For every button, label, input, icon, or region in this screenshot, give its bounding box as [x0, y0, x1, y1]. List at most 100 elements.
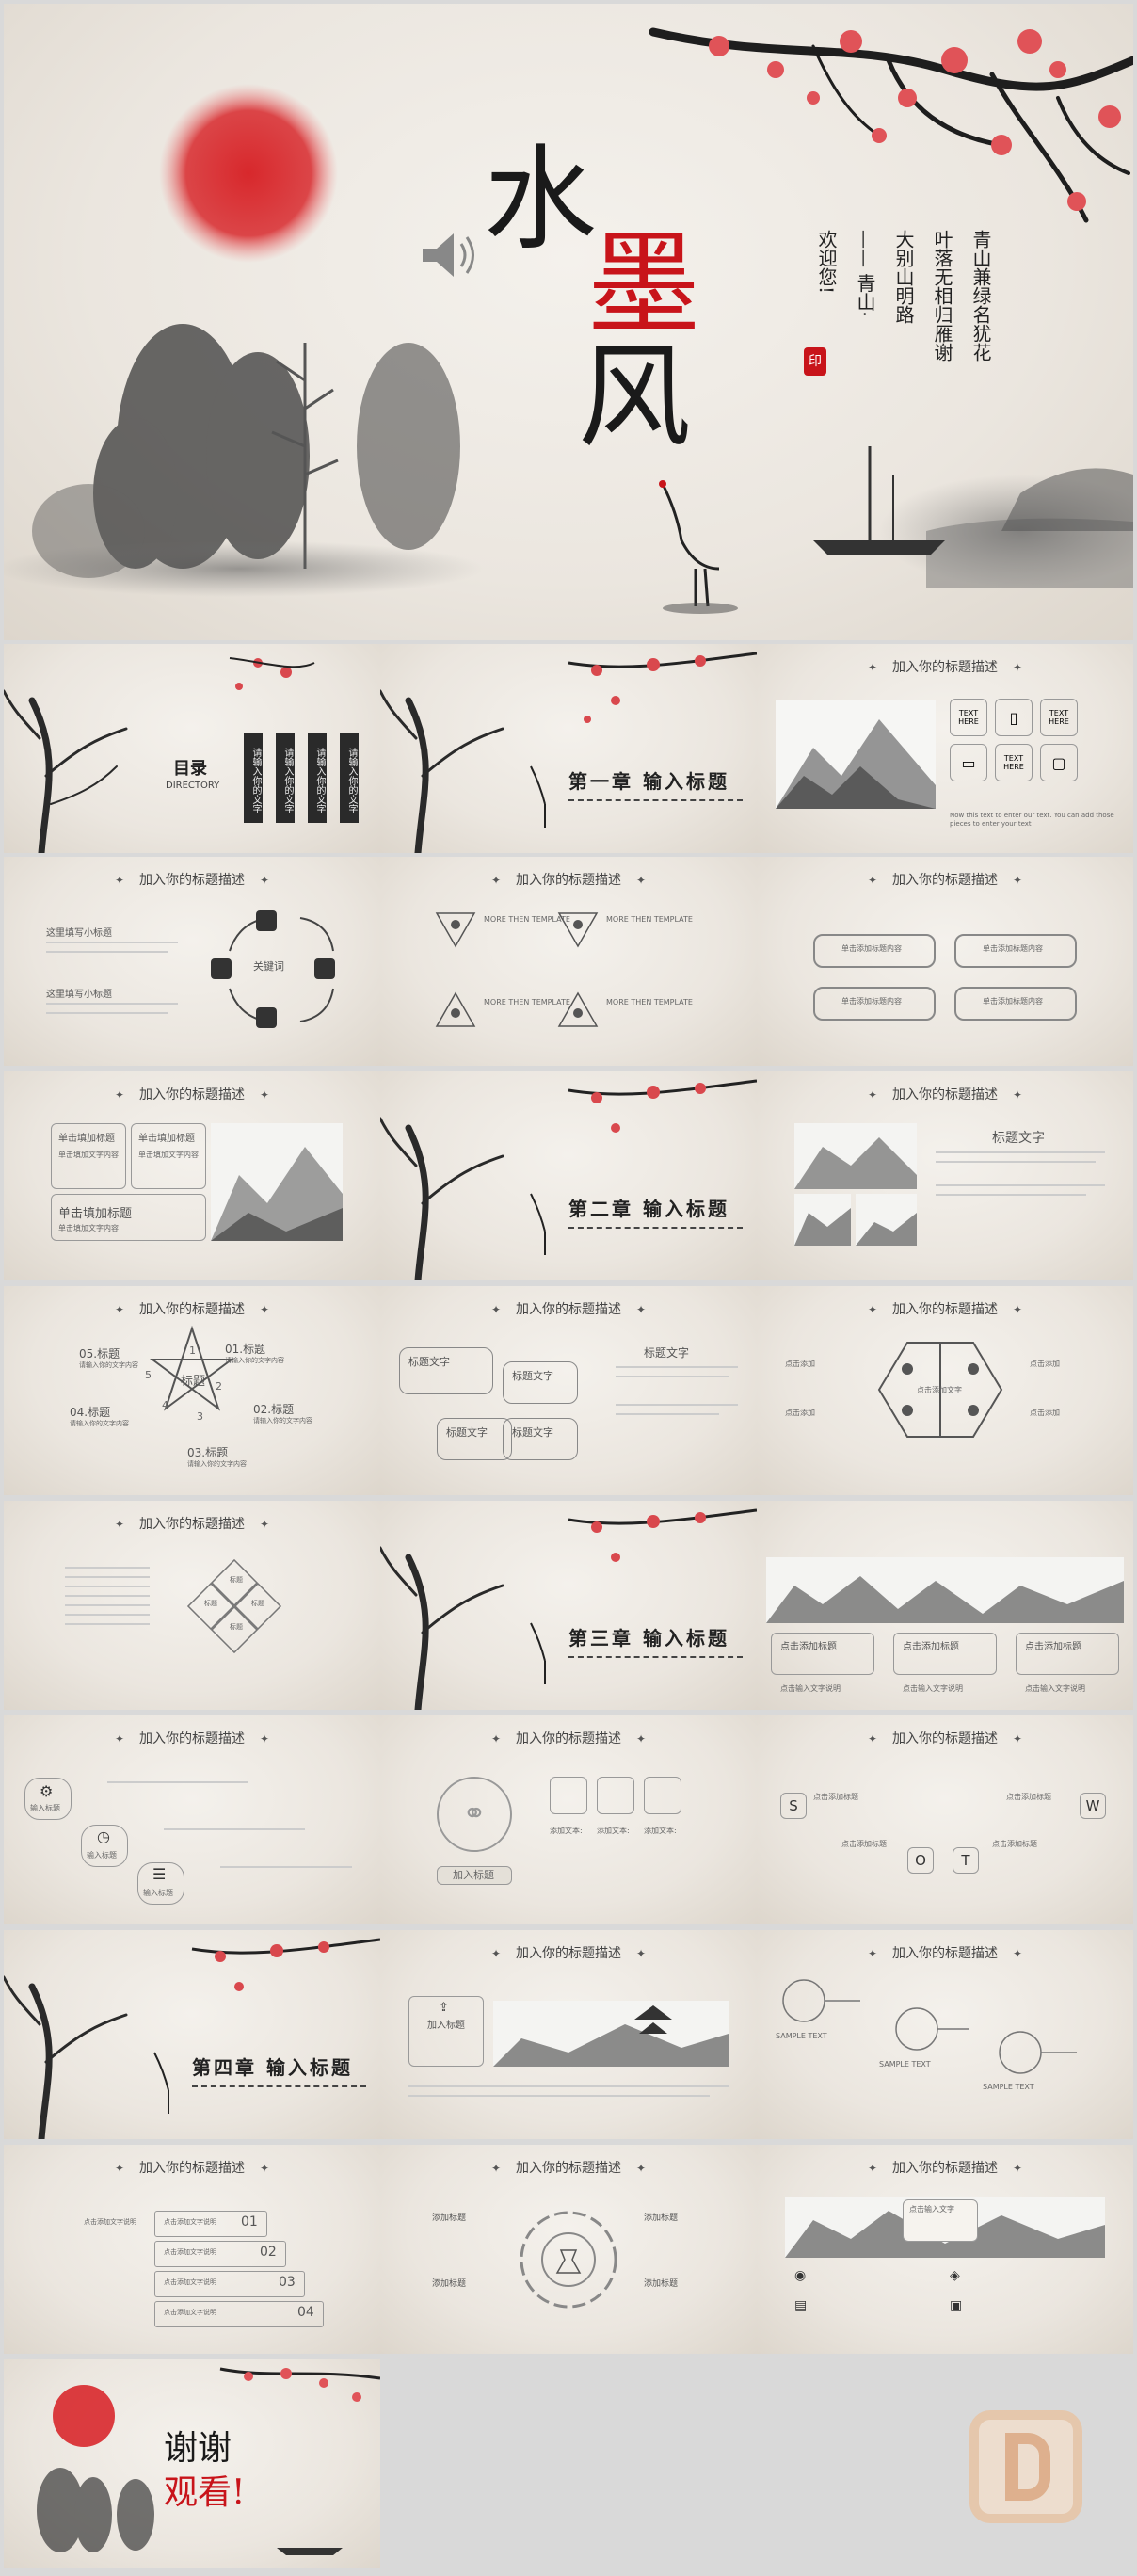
placeholder-text	[107, 1781, 248, 1783]
swot-s[interactable]: S	[780, 1793, 807, 1819]
slide-title-boxes[interactable]: 加入你的标题描述 单击填加标题 单击填加标题 单击填加标题 单击填加文字内容 单…	[4, 1071, 380, 1280]
corner-label: 添加标题	[432, 2279, 467, 2289]
tag-label: 标题文字	[512, 1370, 553, 1382]
slide-hexagon[interactable]: 加入你的标题描述 点击添加文字 点击添加 点击添加 点击添加 点击添加	[757, 1286, 1133, 1495]
item-label: MORE THEN TEMPLATE	[484, 998, 570, 1006]
network-icon[interactable]	[644, 1777, 681, 1814]
star-label: 02.标题	[253, 1403, 295, 1416]
placeholder-text	[164, 1828, 305, 1830]
star-label: 05.标题	[79, 1347, 120, 1360]
side-label: 点击添加	[1030, 1360, 1060, 1368]
slide-gear[interactable]: 加入你的标题描述 添加标题 添加标题 添加标题 添加标题	[380, 2145, 757, 2354]
swot-label: 点击添加标题	[1006, 1793, 1051, 1801]
swot-o[interactable]: O	[907, 1847, 934, 1874]
chapter-underline	[568, 1227, 743, 1229]
tile[interactable]: TEXT HERE	[995, 744, 1033, 781]
side-label: 点击添加	[785, 1409, 815, 1417]
toc-item[interactable]: 请输入你的文字	[308, 733, 327, 823]
slide-keyword-cycle[interactable]: 加入你的标题描述 这里填写小标题 这里填写小标题 关键词	[4, 857, 380, 1066]
monitor-icon[interactable]: ▭	[950, 744, 987, 781]
red-sun	[159, 84, 338, 263]
crane	[659, 480, 720, 607]
placeholder-text	[408, 2085, 729, 2087]
star-sub: 请输入你的文字内容	[70, 1420, 129, 1427]
slide-pagoda[interactable]: 加入你的标题描述 ⇪ 加入标题	[380, 1930, 757, 2139]
thanks-line-1: 谢谢	[164, 2429, 232, 2468]
slide-toc[interactable]: 目录 DIRECTORY 请输入你的文字 请输入你的文字 请输入你的文字 请输入…	[4, 644, 380, 853]
slide-numbered-list[interactable]: 加入你的标题描述 01 02 03 04 点击添加文字说明 点击添加文字说明 点…	[4, 2145, 380, 2354]
phone-icon[interactable]: ▯	[995, 699, 1033, 736]
item-label: MORE THEN TEMPLATE	[484, 915, 570, 924]
toc-item[interactable]: 请输入你的文字	[276, 733, 295, 823]
tile[interactable]: TEXT HERE	[1040, 699, 1078, 736]
plum-blossoms	[709, 29, 1121, 211]
slide-four-boxes[interactable]: 加入你的标题描述 单击添加标题内容 单击添加标题内容 单击添加标题内容 单击添加…	[757, 857, 1133, 1066]
slide-chapter-3[interactable]: 第三章 输入标题	[380, 1501, 757, 1710]
speaker-icon	[423, 233, 474, 277]
corner-label: 添加标题	[644, 2214, 679, 2223]
diamond-label: 标题	[204, 1600, 217, 1607]
step-label: 输入标题	[143, 1889, 173, 1897]
caption-text: 点击输入文字说明	[1025, 1684, 1085, 1693]
chart-icon[interactable]	[550, 1777, 587, 1814]
slide-tag-boxes[interactable]: 加入你的标题描述 标题文字 标题文字 标题文字 标题文字 标题文字	[380, 1286, 757, 1495]
list-text: 点击添加文字说明	[84, 2218, 136, 2226]
poem-line: 大别山明路	[892, 230, 915, 324]
toc-item[interactable]: 请输入你的文字	[340, 733, 359, 823]
slide-heading: 加入你的标题描述	[4, 2158, 380, 2177]
landscape-banner	[766, 1557, 1124, 1623]
cover-slide[interactable]: 水 墨 风 青山兼绿名犹花 叶落无相归雁谢 大别山明路 —— 青山· 欢迎您! …	[4, 4, 1133, 640]
slide-callout-landscape[interactable]: 加入你的标题描述 点击输入文字 ◉ ▤ ◈ ▣	[757, 2145, 1133, 2354]
slide-heading: 加入你的标题描述	[4, 1729, 380, 1747]
caption-title: 点击添加标题	[780, 1642, 837, 1652]
item-label: MORE THEN TEMPLATE	[606, 998, 693, 1006]
slide-chapter-2[interactable]: 第二章 输入标题	[380, 1071, 757, 1280]
list-num: 02	[260, 2245, 277, 2260]
slide-heading: 加入你的标题描述	[757, 1729, 1133, 1747]
ink-trees	[32, 324, 460, 578]
slide-diamond-grid[interactable]: 加入你的标题描述 标题 标题 标题 标题	[4, 1501, 380, 1710]
text-title: 标题文字	[992, 1131, 1045, 1146]
list-num: 04	[297, 2305, 314, 2320]
slide-swot[interactable]: 加入你的标题描述 S W O T 点击添加标题 点击添加标题 点击添加标题 点击…	[757, 1715, 1133, 1924]
slide-text-tiles[interactable]: 加入你的标题描述 TEXT HERE ▯ TEXT HERE ▭ TEXT HE…	[757, 644, 1133, 853]
slide-handshake[interactable]: 加入你的标题描述 ⚭ 加入标题 添加文本: 添加文本: 添加文本:	[380, 1715, 757, 1924]
slide-thanks[interactable]: 谢谢 观看!	[4, 2359, 380, 2568]
poem-line: 青山兼绿名犹花	[969, 230, 992, 362]
toc-items: 请输入你的文字 请输入你的文字 请输入你的文字 请输入你的文字	[244, 733, 359, 823]
tablet-icon[interactable]: ▢	[1040, 744, 1078, 781]
star-sub: 请输入你的文字内容	[225, 1357, 284, 1364]
placeholder-text	[936, 1184, 1105, 1186]
placeholder-text	[616, 1366, 738, 1368]
star-label: 04.标题	[70, 1406, 111, 1419]
slide-bulbs[interactable]: 加入你的标题描述 SAMPLE TEXT SAMPLE TEXT SAMPLE …	[757, 1930, 1133, 2139]
slide-chapter-1[interactable]: 第一章 输入标题	[380, 644, 757, 853]
slide-steps[interactable]: 加入你的标题描述 ⚙ ◷ ☰ 输入标题 输入标题 输入标题	[4, 1715, 380, 1924]
toc-item[interactable]: 请输入你的文字	[244, 733, 263, 823]
placeholder-text	[616, 1413, 719, 1415]
cart-icon: ◈	[950, 2268, 960, 2283]
tile[interactable]: TEXT HERE	[950, 699, 987, 736]
caption-title: 点击添加标题	[903, 1642, 959, 1652]
tile-grid: TEXT HERE ▯ TEXT HERE ▭ TEXT HERE ▢	[950, 699, 1078, 781]
landscape-art	[785, 2197, 1105, 2258]
toc-title: 目录	[173, 759, 207, 779]
logo-watermark	[969, 2410, 1082, 2523]
slide-star-diagram[interactable]: 加入你的标题描述 05.标题 01.标题 04.标题 02.标题 03.标题 标…	[4, 1286, 380, 1495]
swot-w[interactable]: W	[1080, 1793, 1106, 1819]
slide-chapter-4[interactable]: 第四章 输入标题	[4, 1930, 380, 2139]
column-label: 添加文本:	[644, 1827, 677, 1835]
cycle-diagram	[211, 910, 335, 1028]
slide-gallery[interactable]: 加入你的标题描述 标题文字	[757, 1071, 1133, 1280]
monitor-icon[interactable]	[597, 1777, 634, 1814]
list-text: 点击添加文字说明	[164, 2309, 216, 2316]
column-label: 添加文本:	[597, 1827, 630, 1835]
slide-landscape-banner[interactable]: 点击添加标题 点击添加标题 点击添加标题 点击输入文字说明 点击输入文字说明 点…	[757, 1501, 1133, 1710]
toc-subtitle: DIRECTORY	[166, 781, 220, 791]
slide-triangles[interactable]: 加入你的标题描述 MORE THEN TEMPLATE MORE THEN TE…	[380, 857, 757, 1066]
poem: 青山兼绿名犹花 叶落无相归雁谢 大别山明路 —— 青山· 欢迎您!	[813, 230, 995, 362]
box-label: 单击添加标题内容	[983, 997, 1043, 1006]
swot-t[interactable]: T	[953, 1847, 979, 1874]
swot-label: 点击添加标题	[992, 1840, 1037, 1848]
chapter-underline	[192, 2085, 366, 2087]
